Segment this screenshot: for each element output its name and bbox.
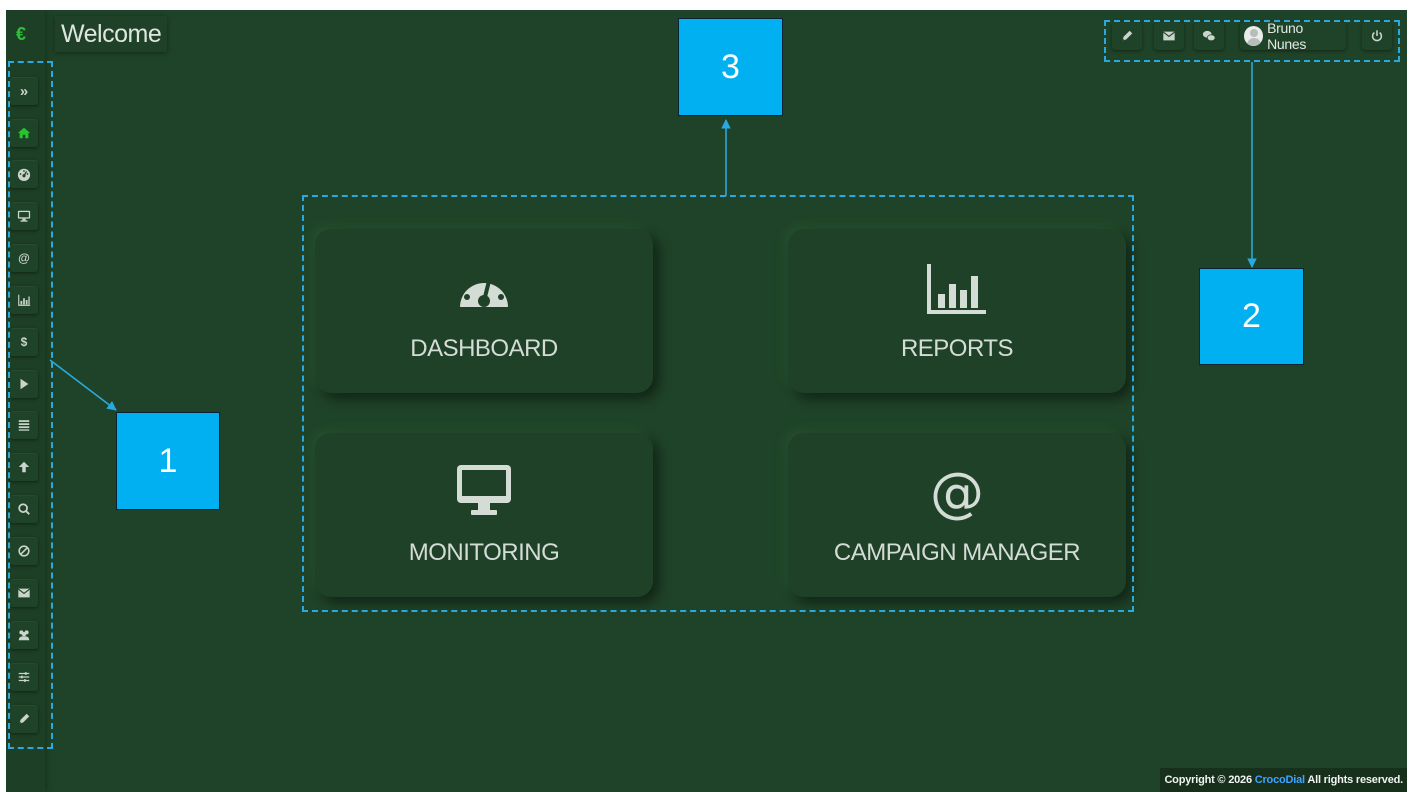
footer-suffix: All rights reserved. [1304,774,1403,786]
annotation-box-tiles [302,195,1134,612]
app-window: € » @ $ Welcome Bruno Nunes DASHBOARD RE… [6,10,1407,792]
annotation-box-sidebar [8,61,53,749]
logo-icon[interactable]: € [10,24,32,44]
callout-3: 3 [678,18,783,116]
annotation-box-topbar [1104,20,1400,62]
callout-1: 1 [116,412,220,510]
footer-copyright: Copyright © 2026 CrocoDial All rights re… [1160,768,1407,792]
footer-prefix: Copyright © 2026 [1164,774,1255,786]
page-title: Welcome [55,16,168,52]
footer-brand-link[interactable]: CrocoDial [1255,774,1305,786]
callout-2: 2 [1199,268,1304,365]
